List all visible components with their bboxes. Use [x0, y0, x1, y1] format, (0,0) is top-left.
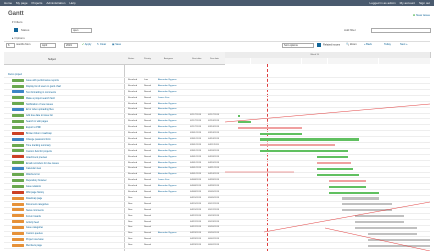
save-label: Save: [115, 43, 122, 46]
gantt-table: Subject Status Priority Assignee Start d…: [4, 52, 431, 251]
save-button[interactable]: ▣ Save: [112, 43, 121, 46]
top-nav-help[interactable]: Help: [69, 1, 75, 5]
clear-button[interactable]: ↻ Clear: [97, 43, 106, 46]
logged-in-as: Logged in as admin: [369, 1, 396, 5]
zoom-controls[interactable]: 🔍 Zoom: [346, 43, 357, 46]
my-account-link[interactable]: My account: [400, 1, 415, 5]
today-link[interactable]: Today: [384, 43, 391, 46]
relation-line: [224, 103, 430, 123]
new-issue-label: New issue: [416, 13, 430, 17]
new-issue-link[interactable]: ⊕ New issue: [413, 13, 430, 17]
sign-out-link[interactable]: Sign out: [419, 1, 430, 5]
status-operator-select[interactable]: open: [71, 28, 92, 33]
next-link[interactable]: Next »: [400, 43, 408, 46]
top-nav-mypage[interactable]: My page: [16, 1, 28, 5]
top-nav: Home My page Projects Administration Hel…: [4, 1, 76, 5]
status-filter-label: Status: [20, 28, 30, 32]
apply-label: Apply: [84, 43, 92, 46]
top-nav-home[interactable]: Home: [4, 1, 12, 5]
plus-icon: ⊕: [412, 13, 416, 17]
top-nav-projects[interactable]: Projects: [32, 1, 43, 5]
clear-label: Clear: [99, 43, 107, 46]
relation-lines: [224, 103, 430, 251]
add-filter-label: Add filter: [344, 28, 356, 32]
options-toggle[interactable]: ▸ Options: [12, 36, 25, 40]
apply-button[interactable]: ✔ Apply: [82, 43, 91, 46]
gantt-toolbar: 6 months from April 2019 ✔ Apply ↻ Clear…: [4, 43, 434, 48]
reload-icon: ↻: [97, 43, 100, 46]
filters-toggle[interactable]: ▾ Filters: [12, 20, 23, 24]
related-issues-label: Related issues: [323, 43, 341, 47]
related-issues-toggle[interactable]: Related issues: [317, 43, 340, 47]
back-link[interactable]: « Back: [364, 43, 372, 46]
related-checkbox[interactable]: [317, 43, 321, 47]
month-select[interactable]: April: [40, 43, 56, 48]
zoom-in-icon: 🔍: [346, 43, 350, 46]
filters-label: Filters: [14, 20, 23, 24]
relation-line: [263, 201, 430, 233]
relation-line: [324, 227, 430, 251]
year-select[interactable]: 2019: [64, 43, 78, 48]
status-filter[interactable]: Status: [14, 28, 30, 33]
page-title: Gantt: [8, 11, 24, 17]
sort-select[interactable]: Sort options: [282, 43, 314, 48]
status-checkbox[interactable]: [14, 28, 18, 33]
months-from-label: months from: [16, 43, 31, 46]
zoom-label: Zoom: [349, 43, 357, 46]
divider: [4, 41, 430, 42]
top-nav-admin[interactable]: Administration: [46, 1, 65, 5]
options-label: Options: [14, 36, 25, 40]
add-filter-select[interactable]: [371, 28, 431, 33]
account-nav: Logged in as admin My account Sign out: [369, 1, 430, 5]
top-menu-bar: Home My page Projects Administration Hel…: [0, 0, 434, 6]
months-input[interactable]: 6: [6, 43, 15, 48]
